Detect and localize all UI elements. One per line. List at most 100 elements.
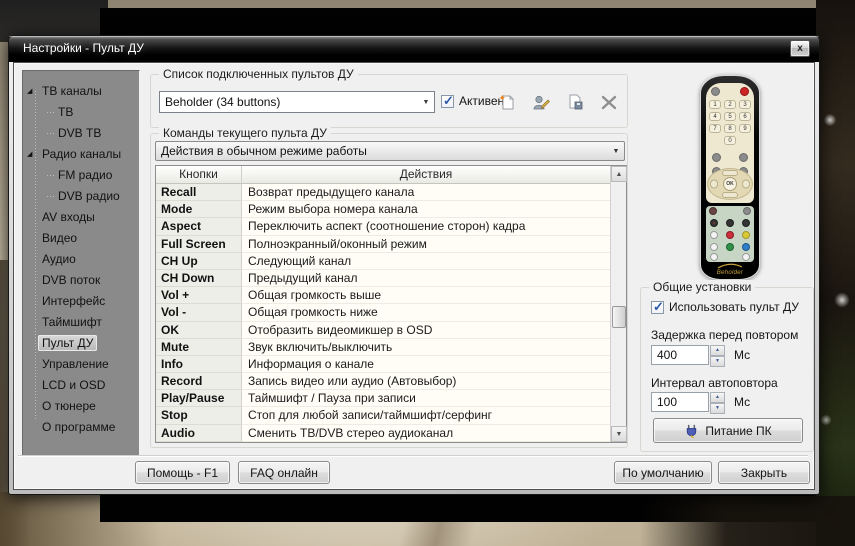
table-row[interactable]: AspectПереключить аспект (соотношение ст… xyxy=(156,218,610,235)
spin-down-icon[interactable]: ▼ xyxy=(710,403,725,414)
action-cell[interactable]: Режим выбора номера канала xyxy=(242,201,610,218)
remote-select[interactable]: Beholder (34 buttons) ▼ xyxy=(159,91,435,113)
save-profile-icon[interactable] xyxy=(564,91,585,112)
active-checkbox-row[interactable]: Активен xyxy=(441,94,504,108)
pc-power-button[interactable]: Питание ПК xyxy=(653,418,803,443)
titlebar[interactable]: Настройки - Пульт ДУ x xyxy=(9,36,819,62)
sidebar-item[interactable]: ◢Радио каналы xyxy=(23,144,139,165)
action-cell[interactable]: Отобразить видеомикшер в OSD xyxy=(242,322,610,339)
table-row[interactable]: CH DownПредыдущий канал xyxy=(156,270,610,287)
remotes-groupbox: Список подключенных пультов ДУ Beholder … xyxy=(150,74,628,128)
spin-up-icon[interactable]: ▲ xyxy=(710,392,725,403)
repeat-interval-spinner: 100 ▲ ▼ Мс xyxy=(651,392,750,412)
scrollbar-thumb[interactable] xyxy=(612,306,626,328)
table-row[interactable]: ModeРежим выбора номера канала xyxy=(156,201,610,218)
scroll-up-icon[interactable]: ▲ xyxy=(611,166,627,182)
table-row[interactable]: RecallВозврат предыдущего канала xyxy=(156,184,610,201)
button-name-cell[interactable]: CH Down xyxy=(156,270,242,287)
sidebar-item[interactable]: О тюнере xyxy=(23,396,139,417)
sidebar-item[interactable]: ◢ТВ каналы xyxy=(23,81,139,102)
table-row[interactable]: OKОтобразить видеомикшер в OSD xyxy=(156,322,610,339)
table-row[interactable]: InfoИнформация о канале xyxy=(156,356,610,373)
active-checkbox[interactable] xyxy=(441,95,454,108)
table-row[interactable]: MuteЗвук включить/выключить xyxy=(156,339,610,356)
spin-down-icon[interactable]: ▼ xyxy=(710,356,725,367)
action-cell[interactable]: Следующий канал xyxy=(242,253,610,270)
table-row[interactable]: Play/PauseТаймшифт / Пауза при записи xyxy=(156,390,610,407)
button-name-cell[interactable]: Audio xyxy=(156,425,242,442)
table-row[interactable]: Vol +Общая громкость выше xyxy=(156,287,610,304)
header-buttons[interactable]: Кнопки xyxy=(156,166,242,183)
help-button[interactable]: Помощь - F1 xyxy=(135,461,230,484)
use-remote-checkbox-row[interactable]: Использовать пульт ДУ xyxy=(651,300,799,314)
sidebar-item[interactable]: LCD и OSD xyxy=(23,375,139,396)
close-dialog-button[interactable]: Закрыть xyxy=(718,461,810,484)
repeat-delay-input[interactable]: 400 xyxy=(651,345,709,365)
table-row[interactable]: Full ScreenПолноэкранный/оконный режим xyxy=(156,236,610,253)
header-actions[interactable]: Действия xyxy=(242,166,610,183)
faq-button[interactable]: FAQ онлайн xyxy=(238,461,330,484)
action-cell[interactable]: Стоп для любой записи/таймшифт/серфинг xyxy=(242,407,610,424)
defaults-button[interactable]: По умолчанию xyxy=(614,461,712,484)
chevron-down-icon[interactable]: ▼ xyxy=(608,148,624,155)
button-name-cell[interactable]: Record xyxy=(156,373,242,390)
button-name-cell[interactable]: Mute xyxy=(156,339,242,356)
table-row[interactable]: CH UpСледующий канал xyxy=(156,253,610,270)
tree-expand-icon[interactable]: ◢ xyxy=(27,144,32,165)
sidebar-item[interactable]: ТВ xyxy=(23,102,139,123)
action-cell[interactable]: Таймшифт / Пауза при записи xyxy=(242,390,610,407)
rename-profile-icon[interactable] xyxy=(530,91,551,112)
action-cell[interactable]: Возврат предыдущего канала xyxy=(242,184,610,201)
sidebar-item[interactable]: DVB поток xyxy=(23,270,139,291)
action-cell[interactable]: Сменить ТВ/DVB стерео аудиоканал xyxy=(242,425,610,442)
button-name-cell[interactable]: Recall xyxy=(156,184,242,201)
button-name-cell[interactable]: CH Up xyxy=(156,253,242,270)
command-mode-select[interactable]: Действия в обычном режиме работы ▼ xyxy=(155,141,625,161)
table-row[interactable]: AudioСменить ТВ/DVB стерео аудиоканал xyxy=(156,425,610,442)
sidebar-item[interactable]: Видео xyxy=(23,228,139,249)
delete-profile-icon[interactable] xyxy=(598,91,619,112)
action-cell[interactable]: Звук включить/выключить xyxy=(242,339,610,356)
sidebar-item[interactable]: Таймшифт xyxy=(23,312,139,333)
repeat-interval-input[interactable]: 100 xyxy=(651,392,709,412)
button-name-cell[interactable]: Play/Pause xyxy=(156,390,242,407)
sidebar-item[interactable]: Управление xyxy=(23,354,139,375)
action-cell[interactable]: Общая громкость выше xyxy=(242,287,610,304)
table-scrollbar[interactable]: ▲ ▼ xyxy=(610,166,626,442)
action-cell[interactable]: Полноэкранный/оконный режим xyxy=(242,236,610,253)
action-cell[interactable]: Предыдущий канал xyxy=(242,270,610,287)
button-name-cell[interactable]: Info xyxy=(156,356,242,373)
chevron-down-icon[interactable]: ▼ xyxy=(418,99,434,106)
action-cell[interactable]: Общая громкость ниже xyxy=(242,304,610,321)
spin-up-icon[interactable]: ▲ xyxy=(710,345,725,356)
sidebar-item[interactable]: AV входы xyxy=(23,207,139,228)
new-profile-icon[interactable]: ✦ xyxy=(496,91,517,112)
sidebar-item[interactable]: FM радио xyxy=(23,165,139,186)
sidebar-item[interactable]: Интерфейс xyxy=(23,291,139,312)
remote-select-value: Beholder (34 buttons) xyxy=(160,95,418,109)
sidebar-item[interactable]: Аудио xyxy=(23,249,139,270)
action-cell[interactable]: Запись видео или аудио (Автовыбор) xyxy=(242,373,610,390)
action-cell[interactable]: Информация о канале xyxy=(242,356,610,373)
button-name-cell[interactable]: Aspect xyxy=(156,218,242,235)
table-row[interactable]: StopСтоп для любой записи/таймшифт/серфи… xyxy=(156,407,610,424)
sidebar-item-label: Интерфейс xyxy=(42,294,105,308)
use-remote-checkbox[interactable] xyxy=(651,301,664,314)
sidebar-item[interactable]: Пульт ДУ xyxy=(23,333,139,354)
close-window-button[interactable]: x xyxy=(790,40,810,57)
sidebar-item[interactable]: DVB радио xyxy=(23,186,139,207)
table-row[interactable]: Vol -Общая громкость ниже xyxy=(156,304,610,321)
button-name-cell[interactable]: Full Screen xyxy=(156,236,242,253)
tree-expand-icon[interactable]: ◢ xyxy=(27,81,32,102)
button-name-cell[interactable]: Vol + xyxy=(156,287,242,304)
footer-separator xyxy=(18,455,808,457)
button-name-cell[interactable]: Vol - xyxy=(156,304,242,321)
button-name-cell[interactable]: Stop xyxy=(156,407,242,424)
button-name-cell[interactable]: Mode xyxy=(156,201,242,218)
button-name-cell[interactable]: OK xyxy=(156,322,242,339)
sidebar-item[interactable]: DVB ТВ xyxy=(23,123,139,144)
action-cell[interactable]: Переключить аспект (соотношение сторон) … xyxy=(242,218,610,235)
sidebar-item[interactable]: О программе xyxy=(23,417,139,438)
scroll-down-icon[interactable]: ▼ xyxy=(611,426,627,442)
table-row[interactable]: RecordЗапись видео или аудио (Автовыбор) xyxy=(156,373,610,390)
